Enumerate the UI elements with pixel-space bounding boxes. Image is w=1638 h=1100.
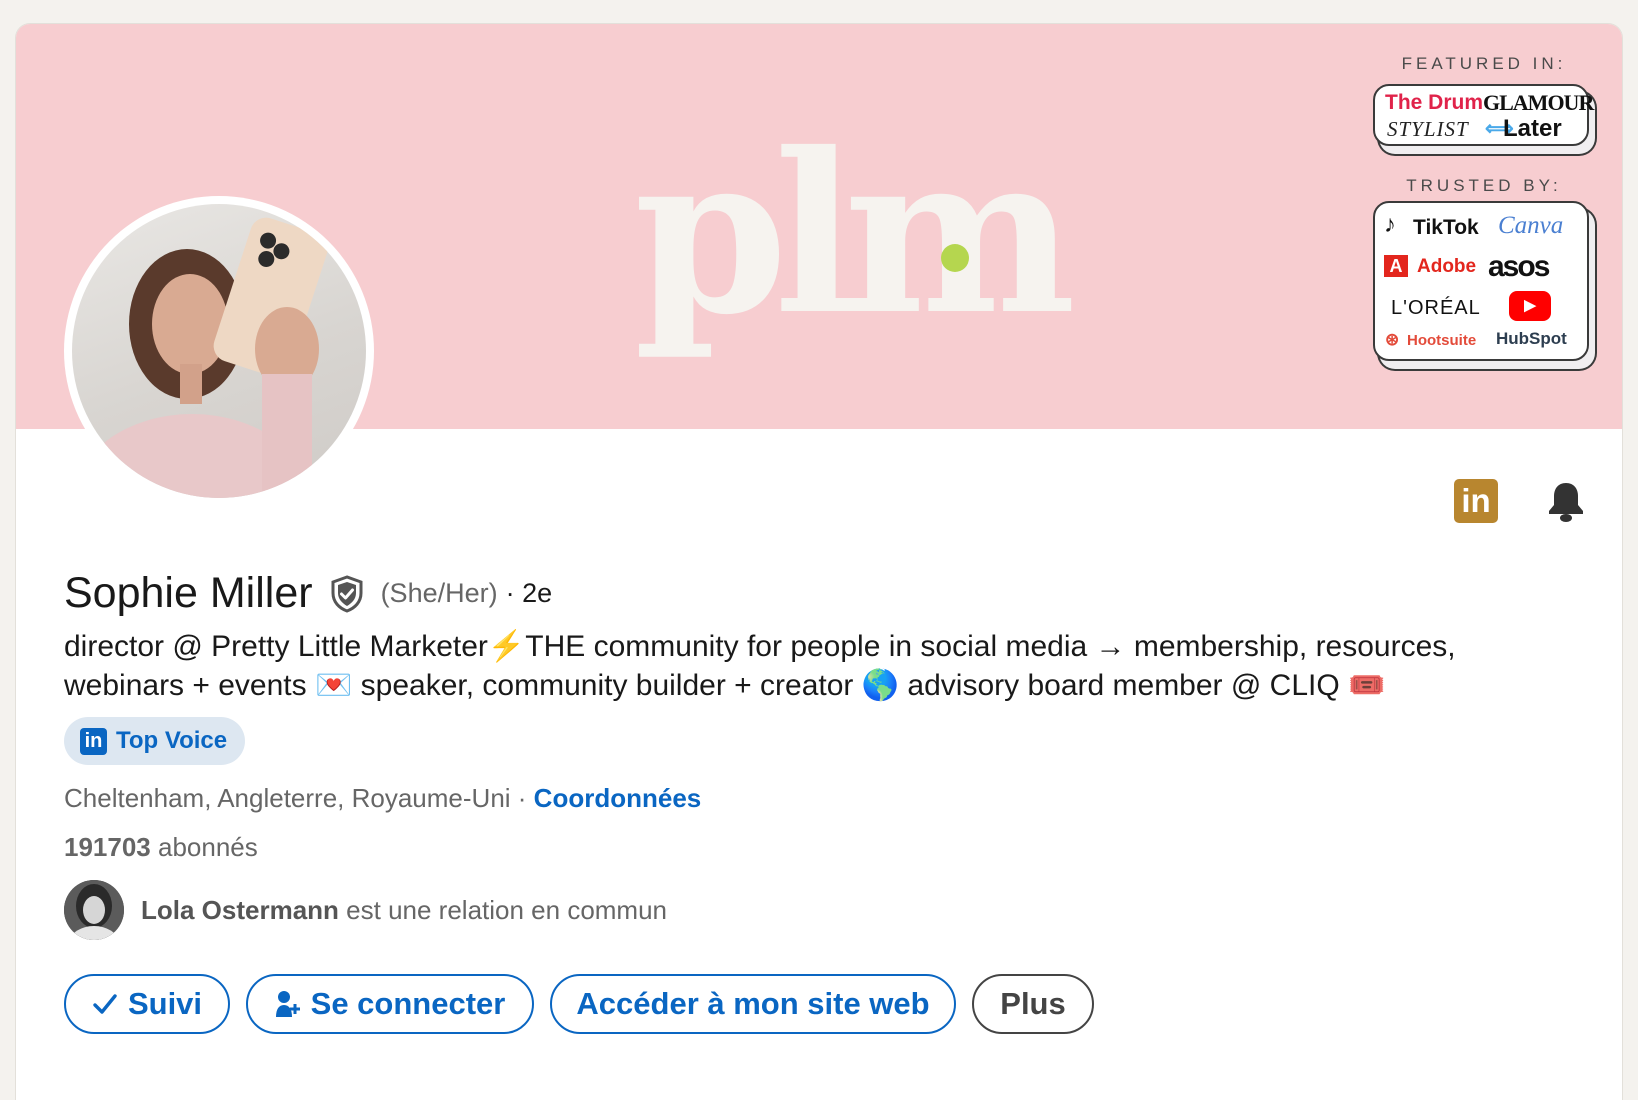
trusted-by-label: TRUSTED BY:	[1406, 176, 1562, 195]
featured-in-label: FEATURED IN:	[1401, 54, 1567, 73]
youtube-logo-icon: ▶	[1509, 291, 1551, 321]
banner-logo-text: plm	[634, 104, 1076, 363]
brand-tiktok: TikTok	[1413, 216, 1479, 239]
linkedin-icon[interactable]: in	[1454, 479, 1498, 523]
hootsuite-logo-icon: ⊛	[1385, 330, 1400, 349]
contact-info-link[interactable]: Coordonnées	[534, 783, 702, 813]
brand-later: Later	[1503, 115, 1562, 142]
brand-stylist: STYLIST	[1387, 117, 1469, 141]
brand-glamour: GLAMOUR	[1483, 90, 1594, 115]
profile-headline: director @ Pretty Little Marketer⚡THE co…	[64, 627, 1564, 705]
followers-label: abonnés	[150, 832, 258, 862]
top-voice-label: Top Voice	[116, 727, 228, 754]
profile-location: Cheltenham, Angleterre, Royaume-Uni	[64, 783, 511, 813]
profile-name-row: Sophie Miller (She/Her) · 2e	[64, 569, 552, 618]
headline-line-1: director @ Pretty Little Marketer⚡THE co…	[64, 630, 1456, 663]
profile-avatar[interactable]	[64, 196, 374, 506]
brand-loreal: L'ORÉAL	[1391, 297, 1481, 319]
check-icon	[92, 991, 118, 1017]
trusted-brands-box: ♪ TikTok Canva A Adobe asos L'ORÉAL ▶ ⊛ …	[1373, 201, 1589, 361]
brand-hootsuite: Hootsuite	[1407, 332, 1477, 349]
profile-actions: Suivi Se connecter Accéder à mon site we…	[64, 974, 1094, 1034]
profile-photo-illustration	[72, 217, 328, 498]
connection-degree: · 2e	[505, 578, 553, 608]
visit-website-button-label: Accéder à mon site web	[576, 986, 930, 1021]
tiktok-logo-icon: ♪	[1384, 211, 1396, 238]
visit-website-button[interactable]: Accéder à mon site web	[550, 974, 956, 1034]
brand-canva: Canva	[1498, 212, 1564, 239]
followers-count: 191703	[64, 832, 151, 862]
mutual-connection-suffix: est une relation en commun	[338, 894, 668, 925]
brand-hubspot: HubSpot	[1496, 329, 1567, 348]
profile-card: plm FEATURED IN: The Drum GLAMOUR STYLIS…	[16, 24, 1622, 1100]
mutual-connection-name[interactable]: Lola Ostermann	[141, 895, 339, 925]
banner-logo-dot	[941, 244, 969, 272]
following-button[interactable]: Suivi	[64, 974, 230, 1034]
top-voice-linkedin-icon: in	[80, 727, 107, 755]
bell-icon[interactable]	[1544, 479, 1588, 523]
top-voice-badge[interactable]: in Top Voice	[64, 717, 246, 765]
featured-brands-box: The Drum GLAMOUR STYLIST ⟺ Later	[1373, 84, 1594, 146]
brand-asos: asos	[1488, 250, 1550, 283]
profile-photo	[72, 204, 366, 498]
profile-pronouns: (She/Her)	[380, 578, 498, 608]
followers-row: 191703 abonnés	[64, 832, 258, 863]
mutual-connection-avatar	[64, 880, 124, 940]
following-button-label: Suivi	[127, 986, 203, 1021]
brand-adobe: Adobe	[1417, 256, 1477, 277]
more-button-label: Plus	[1000, 986, 1066, 1021]
mutual-connection-text: Lola Ostermann est une relation en commu…	[141, 895, 667, 926]
profile-location-row: Cheltenham, Angleterre, Royaume-Uni · Co…	[64, 783, 701, 814]
adobe-logo-icon: A	[1384, 255, 1408, 277]
brand-the-drum: The Drum	[1385, 91, 1484, 114]
more-button[interactable]: Plus	[972, 974, 1094, 1034]
add-person-icon	[275, 990, 301, 1018]
connect-button[interactable]: Se connecter	[246, 974, 534, 1034]
verified-shield-icon[interactable]	[329, 574, 365, 613]
connect-button-label: Se connecter	[310, 986, 506, 1021]
location-separator: ·	[510, 783, 534, 813]
mutual-connection[interactable]: Lola Ostermann est une relation en commu…	[64, 880, 667, 940]
profile-name: Sophie Miller	[64, 569, 313, 617]
headline-line-2: webinars + events 💌 speaker, community b…	[64, 669, 1386, 702]
